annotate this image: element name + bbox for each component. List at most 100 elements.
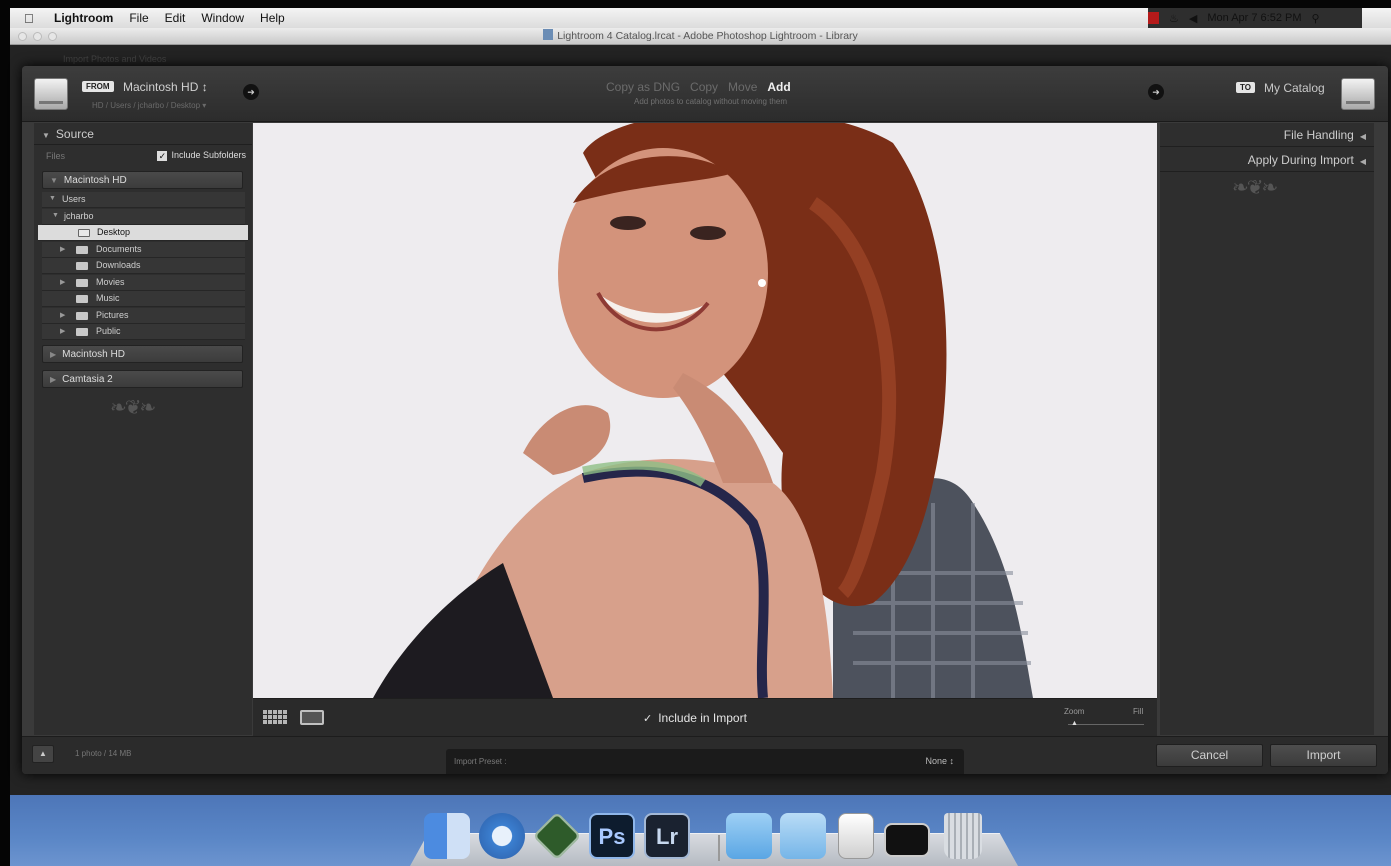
source-panel-header[interactable]: ▼ Source [34,123,252,145]
mode-add[interactable]: Add [767,80,790,94]
collapsed-triangle-icon: ▶ [60,312,66,319]
grid-view-icon[interactable] [263,710,287,724]
menu-file[interactable]: File [129,11,148,25]
minimize-window-button[interactable] [33,32,42,41]
folder-label: Movies [96,277,125,287]
catalog-document-icon [543,29,554,40]
destination-arrow-icon[interactable]: ➜ [1148,84,1164,100]
expanded-triangle-icon: ▼ [49,195,56,202]
folder-users[interactable]: ▼ Users [42,192,245,208]
import-mode-tabs: Copy as DNG Copy Move Add [606,80,791,94]
spotlight-icon[interactable]: ⚲ [1312,12,1320,25]
folder-icon [76,279,88,287]
lightroom-icon[interactable]: Lr [644,813,690,859]
menu-window[interactable]: Window [201,11,244,25]
volume-camtasia[interactable]: ▶ Camtasia 2 [42,370,243,388]
source-panel: ▼ Source Files ✓ Include Subfolders ▼ Macin… [34,123,252,735]
collapsed-triangle-icon: ▶ [60,246,66,253]
mode-move[interactable]: Move [728,80,757,94]
window-title-bar: Lightroom 4 Catalog.lrcat - Adobe Photos… [10,28,1391,45]
source-path[interactable]: HD / Users / jcharbo / Desktop ▾ [92,101,206,110]
include-subfolders-checkbox[interactable]: ✓ Include Subfolders [157,150,246,161]
toggle-panel-button[interactable]: ▲ [32,745,54,763]
import-button[interactable]: Import [1270,744,1377,767]
monitor-icon[interactable] [884,823,930,857]
import-dialog: FROM Macintosh HD ↕ HD / Users / jcharbo… [22,66,1388,774]
folder-label: Downloads [96,260,141,270]
fill-label: Fill [1133,707,1144,716]
import-top-bar: FROM Macintosh HD ↕ HD / Users / jcharbo… [22,66,1388,122]
import-preset-select[interactable]: None ↕ [925,756,954,766]
clock[interactable]: Mon Apr 7 6:52 PM [1207,12,1301,24]
status-area: ♨ ◀ Mon Apr 7 6:52 PM ⚲ [1148,8,1362,28]
source-arrow-icon[interactable]: ➜ [243,84,259,100]
folder-label: Desktop [97,227,131,237]
mode-copy-as-dng[interactable]: Copy as DNG [606,80,680,94]
menu-edit[interactable]: Edit [165,11,186,25]
portrait-photo [253,123,1157,698]
cancel-button[interactable]: Cancel [1156,744,1263,767]
folder-pictures[interactable]: ▶ Pictures [42,308,245,324]
menu-app[interactable]: Lightroom [54,11,113,25]
volume-icon[interactable]: ◀ [1189,12,1197,25]
window-title: Lightroom 4 Catalog.lrcat - Adobe Photos… [557,30,858,42]
include-subfolders-label: Include Subfolders [171,150,246,160]
apple-icon[interactable]:  [24,11,44,26]
folder-label: Music [96,293,120,303]
source-selector[interactable]: Macintosh HD ↕ [123,80,208,94]
close-window-button[interactable] [18,32,27,41]
mode-copy[interactable]: Copy [690,80,718,94]
folder-music[interactable]: Music [42,291,245,307]
collapsed-triangle-icon: ▶ [50,375,57,384]
folder-jcharbo[interactable]: ▼ jcharbo [42,209,245,225]
finder-icon[interactable] [424,813,470,859]
folder-desktop[interactable]: Desktop [38,225,248,241]
loupe-view-icon[interactable] [300,710,324,725]
include-in-import-checkbox[interactable]: ✓ Include in Import [643,711,747,725]
folder-downloads[interactable]: Downloads [42,258,245,274]
volume-macintosh-hd[interactable]: ▼ Macintosh HD [42,171,243,189]
folder-stack-icon[interactable] [726,813,772,859]
folder-icon [76,328,88,336]
preview-toolbar: ✓ Include in Import Zoom Fill ▲ [253,698,1157,736]
folder-icon [76,262,88,270]
folder-public[interactable]: ▶ Public [42,324,245,340]
collapsed-triangle-icon: ▶ [60,328,66,335]
binoculars-icon[interactable]: ♨ [1169,12,1179,25]
volume-label: Macintosh HD [63,175,127,186]
folder-icon [76,312,88,320]
recording-icon[interactable] [1148,12,1159,24]
collapsed-triangle-icon: ◀ [1359,157,1366,166]
source-title: Source [55,127,94,141]
zoom-label: Zoom [1064,707,1085,716]
folder-icon [78,229,90,237]
file-handling-label: File Handling [1283,128,1354,142]
apply-during-import-label: Apply During Import [1247,153,1354,167]
import-preset-label: Import Preset : [454,757,507,766]
menu-help[interactable]: Help [260,11,285,25]
volume-macintosh-hd-2[interactable]: ▶ Macintosh HD [42,345,243,363]
files-label: Files [46,151,66,161]
safari-icon[interactable] [479,813,525,859]
collapsed-triangle-icon: ▶ [60,279,66,286]
checkmark-icon: ✓ [643,713,653,725]
zoom-slider[interactable] [1068,724,1144,725]
apply-during-import-header[interactable]: Apply During Import ◀ [1160,148,1374,172]
zoom-window-button[interactable] [48,32,57,41]
destination-drive-icon [1341,78,1375,110]
triangle-up-icon: ▲ [39,749,47,758]
volume-label: Camtasia 2 [62,374,113,385]
destination-label: My Catalog [1264,81,1325,95]
folder-documents[interactable]: ▶ Documents [42,242,245,258]
zoom-slider-thumb[interactable]: ▲ [1071,720,1078,727]
photoshop-icon[interactable]: Ps [589,813,635,859]
folder-movies[interactable]: ▶ Movies [42,275,245,291]
file-handling-header[interactable]: File Handling ◀ [1160,123,1374,147]
window-controls [18,32,57,41]
printer-icon[interactable] [838,813,874,859]
trash-icon[interactable] [944,813,982,859]
documents-folder-icon[interactable] [780,813,826,859]
dock-separator [718,835,720,861]
photo-preview[interactable] [253,123,1157,698]
backdrop-label: Import Photos and Videos [63,54,167,64]
